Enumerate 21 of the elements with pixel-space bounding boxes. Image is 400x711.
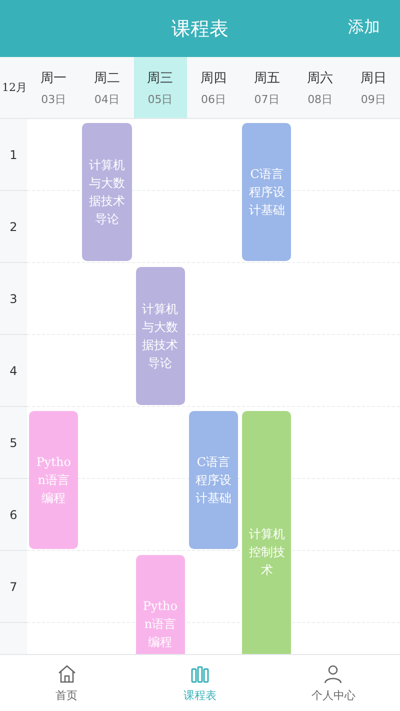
day-header[interactable]: 周三 05日 [134,57,187,118]
day-header[interactable]: 周二 04日 [80,57,134,118]
period-number: 3 [0,263,27,335]
period-number: 6 [0,479,27,551]
day-header[interactable]: 周六 08日 [293,57,347,118]
nav-tab[interactable]: 个人中心 [266,655,400,711]
screen-title: 课程表 [172,16,228,42]
day-header[interactable]: 周一 03日 [27,57,80,118]
month-label: 12月 [1,80,27,95]
period-number: 2 [0,191,27,263]
day-header[interactable]: 周五 07日 [240,57,294,118]
period-number: 7 [0,551,27,623]
person-icon [323,664,344,684]
schedule-icon [190,664,210,684]
period-number: 1 [0,119,27,191]
day-header[interactable]: 周四 06日 [186,57,240,118]
home-icon [56,664,77,684]
period-number: 4 [0,335,27,407]
day-header[interactable]: 周日 09日 [346,57,400,118]
nav-tab[interactable]: 首页 [0,655,134,711]
period-number: 5 [0,407,27,479]
